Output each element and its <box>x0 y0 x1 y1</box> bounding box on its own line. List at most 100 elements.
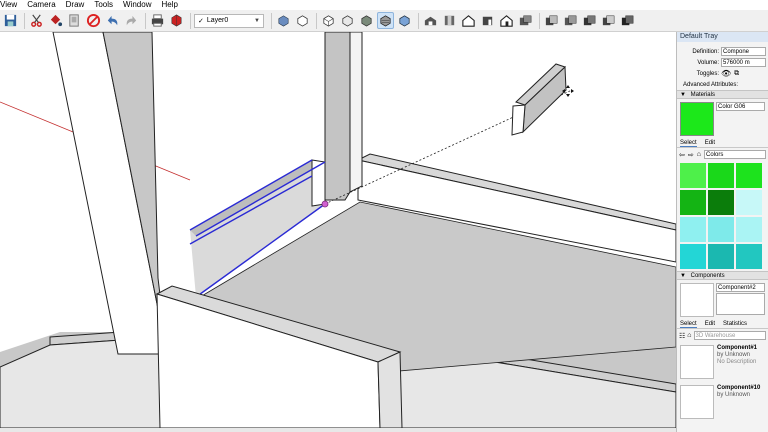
back-view-icon[interactable] <box>498 12 515 29</box>
drawing-viewport[interactable] <box>0 32 676 428</box>
definition-field[interactable]: Compone <box>721 47 766 56</box>
drape-icon[interactable] <box>581 12 598 29</box>
model-canvas[interactable] <box>0 32 676 428</box>
material-swatch[interactable] <box>708 244 734 269</box>
toolbar-separator <box>24 12 25 29</box>
menu-view[interactable]: View <box>0 0 22 10</box>
component-thumbnail <box>680 345 714 379</box>
material-swatch[interactable] <box>680 217 706 242</box>
component-list-text: Component#10 by Unknown <box>717 385 760 419</box>
component-name[interactable]: Component#2 <box>716 283 765 292</box>
toolbar-separator <box>316 12 317 29</box>
toolbar-separator <box>418 12 419 29</box>
cut-icon[interactable] <box>28 12 45 29</box>
front-rail-side <box>377 351 403 428</box>
copy-icon[interactable] <box>66 12 83 29</box>
chevron-down-icon: ▼ <box>254 17 260 24</box>
component-name-field[interactable]: Component#2 <box>716 283 765 317</box>
menu-camera[interactable]: Camera <box>22 0 60 10</box>
model-info-icon[interactable] <box>168 12 185 29</box>
component-list-item[interactable]: Component#10 by Unknown <box>677 382 768 422</box>
menu-help[interactable]: Help <box>156 0 182 10</box>
save-icon[interactable] <box>2 12 19 29</box>
paint-bucket-icon[interactable] <box>47 12 64 29</box>
home-icon[interactable]: ⌂ <box>697 151 701 158</box>
iso-view-icon[interactable] <box>422 12 439 29</box>
layer-dropdown-value: Layer0 <box>206 17 229 24</box>
monochrome-icon[interactable] <box>377 12 394 29</box>
flip-edge-icon[interactable] <box>619 12 636 29</box>
sandbox-icon[interactable] <box>543 12 560 29</box>
materials-panel-header[interactable]: ▼ Materials <box>677 90 768 99</box>
wireframe-icon[interactable] <box>294 12 311 29</box>
tab-select[interactable]: Select <box>680 139 697 147</box>
material-swatch[interactable] <box>680 244 706 269</box>
material-swatch[interactable] <box>708 190 734 215</box>
material-library-select[interactable]: Colors <box>703 150 766 159</box>
material-swatch[interactable] <box>736 217 762 242</box>
current-material-swatch[interactable] <box>680 102 714 136</box>
xray-icon[interactable] <box>275 12 292 29</box>
print-icon[interactable] <box>149 12 166 29</box>
component-list-name: Component#1 <box>717 345 758 351</box>
undo-icon[interactable] <box>104 12 121 29</box>
menu-bar: View Camera Draw Tools Window Help <box>0 0 768 10</box>
hidden-line-icon[interactable] <box>320 12 337 29</box>
component-search-input[interactable]: 3D Warehouse <box>693 331 766 340</box>
toolbar-separator <box>271 12 272 29</box>
material-name[interactable]: Color G06 <box>716 102 765 111</box>
volume-field: 576000 m <box>721 58 766 67</box>
toolbar-separator <box>539 12 540 29</box>
cast-shadow-icon[interactable]: ⧉ <box>734 70 739 78</box>
inference-point <box>321 200 329 208</box>
advanced-attributes-row[interactable]: Advanced Attributes: <box>677 79 768 90</box>
tab-statistics[interactable]: Statistics <box>723 320 747 328</box>
components-tabs: Select Edit Statistics <box>677 320 768 329</box>
material-swatch[interactable] <box>736 190 762 215</box>
component-list-author: by Unknown <box>717 392 751 398</box>
component-description[interactable] <box>716 293 765 315</box>
stamp-icon[interactable] <box>562 12 579 29</box>
tab-select[interactable]: Select <box>680 320 697 328</box>
material-library-row: ⇦ ⇨ ⌂ Colors <box>677 148 768 161</box>
material-swatch[interactable] <box>736 244 762 269</box>
erase-icon[interactable] <box>85 12 102 29</box>
shaded-textures-icon[interactable] <box>358 12 375 29</box>
component-list-name: Component#10 <box>717 385 761 391</box>
visibility-eye-icon[interactable]: 👁 <box>721 69 731 78</box>
material-swatch[interactable] <box>736 163 762 188</box>
warehouse-icon[interactable] <box>396 12 413 29</box>
component-list-author: by Unknown <box>717 352 751 358</box>
left-view-icon[interactable] <box>517 12 534 29</box>
forward-arrow-icon[interactable]: ⇨ <box>688 151 694 159</box>
material-swatch[interactable] <box>708 217 734 242</box>
top-view-icon[interactable] <box>441 12 458 29</box>
back-arrow-icon[interactable]: ⇦ <box>679 151 685 159</box>
layer-check-icon: ✓ <box>198 17 204 25</box>
main-toolbar: ✓ Layer0 ▼ <box>0 10 768 32</box>
view-options-icon[interactable]: ☷ <box>679 332 685 340</box>
add-detail-icon[interactable] <box>600 12 617 29</box>
menu-draw[interactable]: Draw <box>61 0 90 10</box>
material-swatch-grid <box>677 161 768 271</box>
right-view-icon[interactable] <box>479 12 496 29</box>
material-swatch[interactable] <box>680 163 706 188</box>
home-icon[interactable]: ⌂ <box>687 332 691 339</box>
menu-tools[interactable]: Tools <box>89 0 118 10</box>
menu-window[interactable]: Window <box>118 0 156 10</box>
material-swatch[interactable] <box>708 163 734 188</box>
component-search-row: ☷ ⌂ 3D Warehouse <box>677 329 768 342</box>
components-panel-header[interactable]: ▼ Components <box>677 271 768 280</box>
material-swatch[interactable] <box>680 190 706 215</box>
tab-edit[interactable]: Edit <box>705 139 715 147</box>
redo-icon[interactable] <box>123 12 140 29</box>
layer-dropdown[interactable]: ✓ Layer0 ▼ <box>194 13 264 28</box>
shaded-icon[interactable] <box>339 12 356 29</box>
front-view-icon[interactable] <box>460 12 477 29</box>
entity-toggles-row: Toggles: 👁 ⧉ <box>677 68 768 79</box>
tab-edit[interactable]: Edit <box>705 320 715 328</box>
component-list-item[interactable]: Component#1 by Unknown No Description <box>677 342 768 382</box>
component-thumbnail[interactable] <box>680 283 714 317</box>
material-name-field[interactable]: Color G06 <box>716 102 765 136</box>
advanced-attributes-label: Advanced Attributes: <box>683 81 739 88</box>
